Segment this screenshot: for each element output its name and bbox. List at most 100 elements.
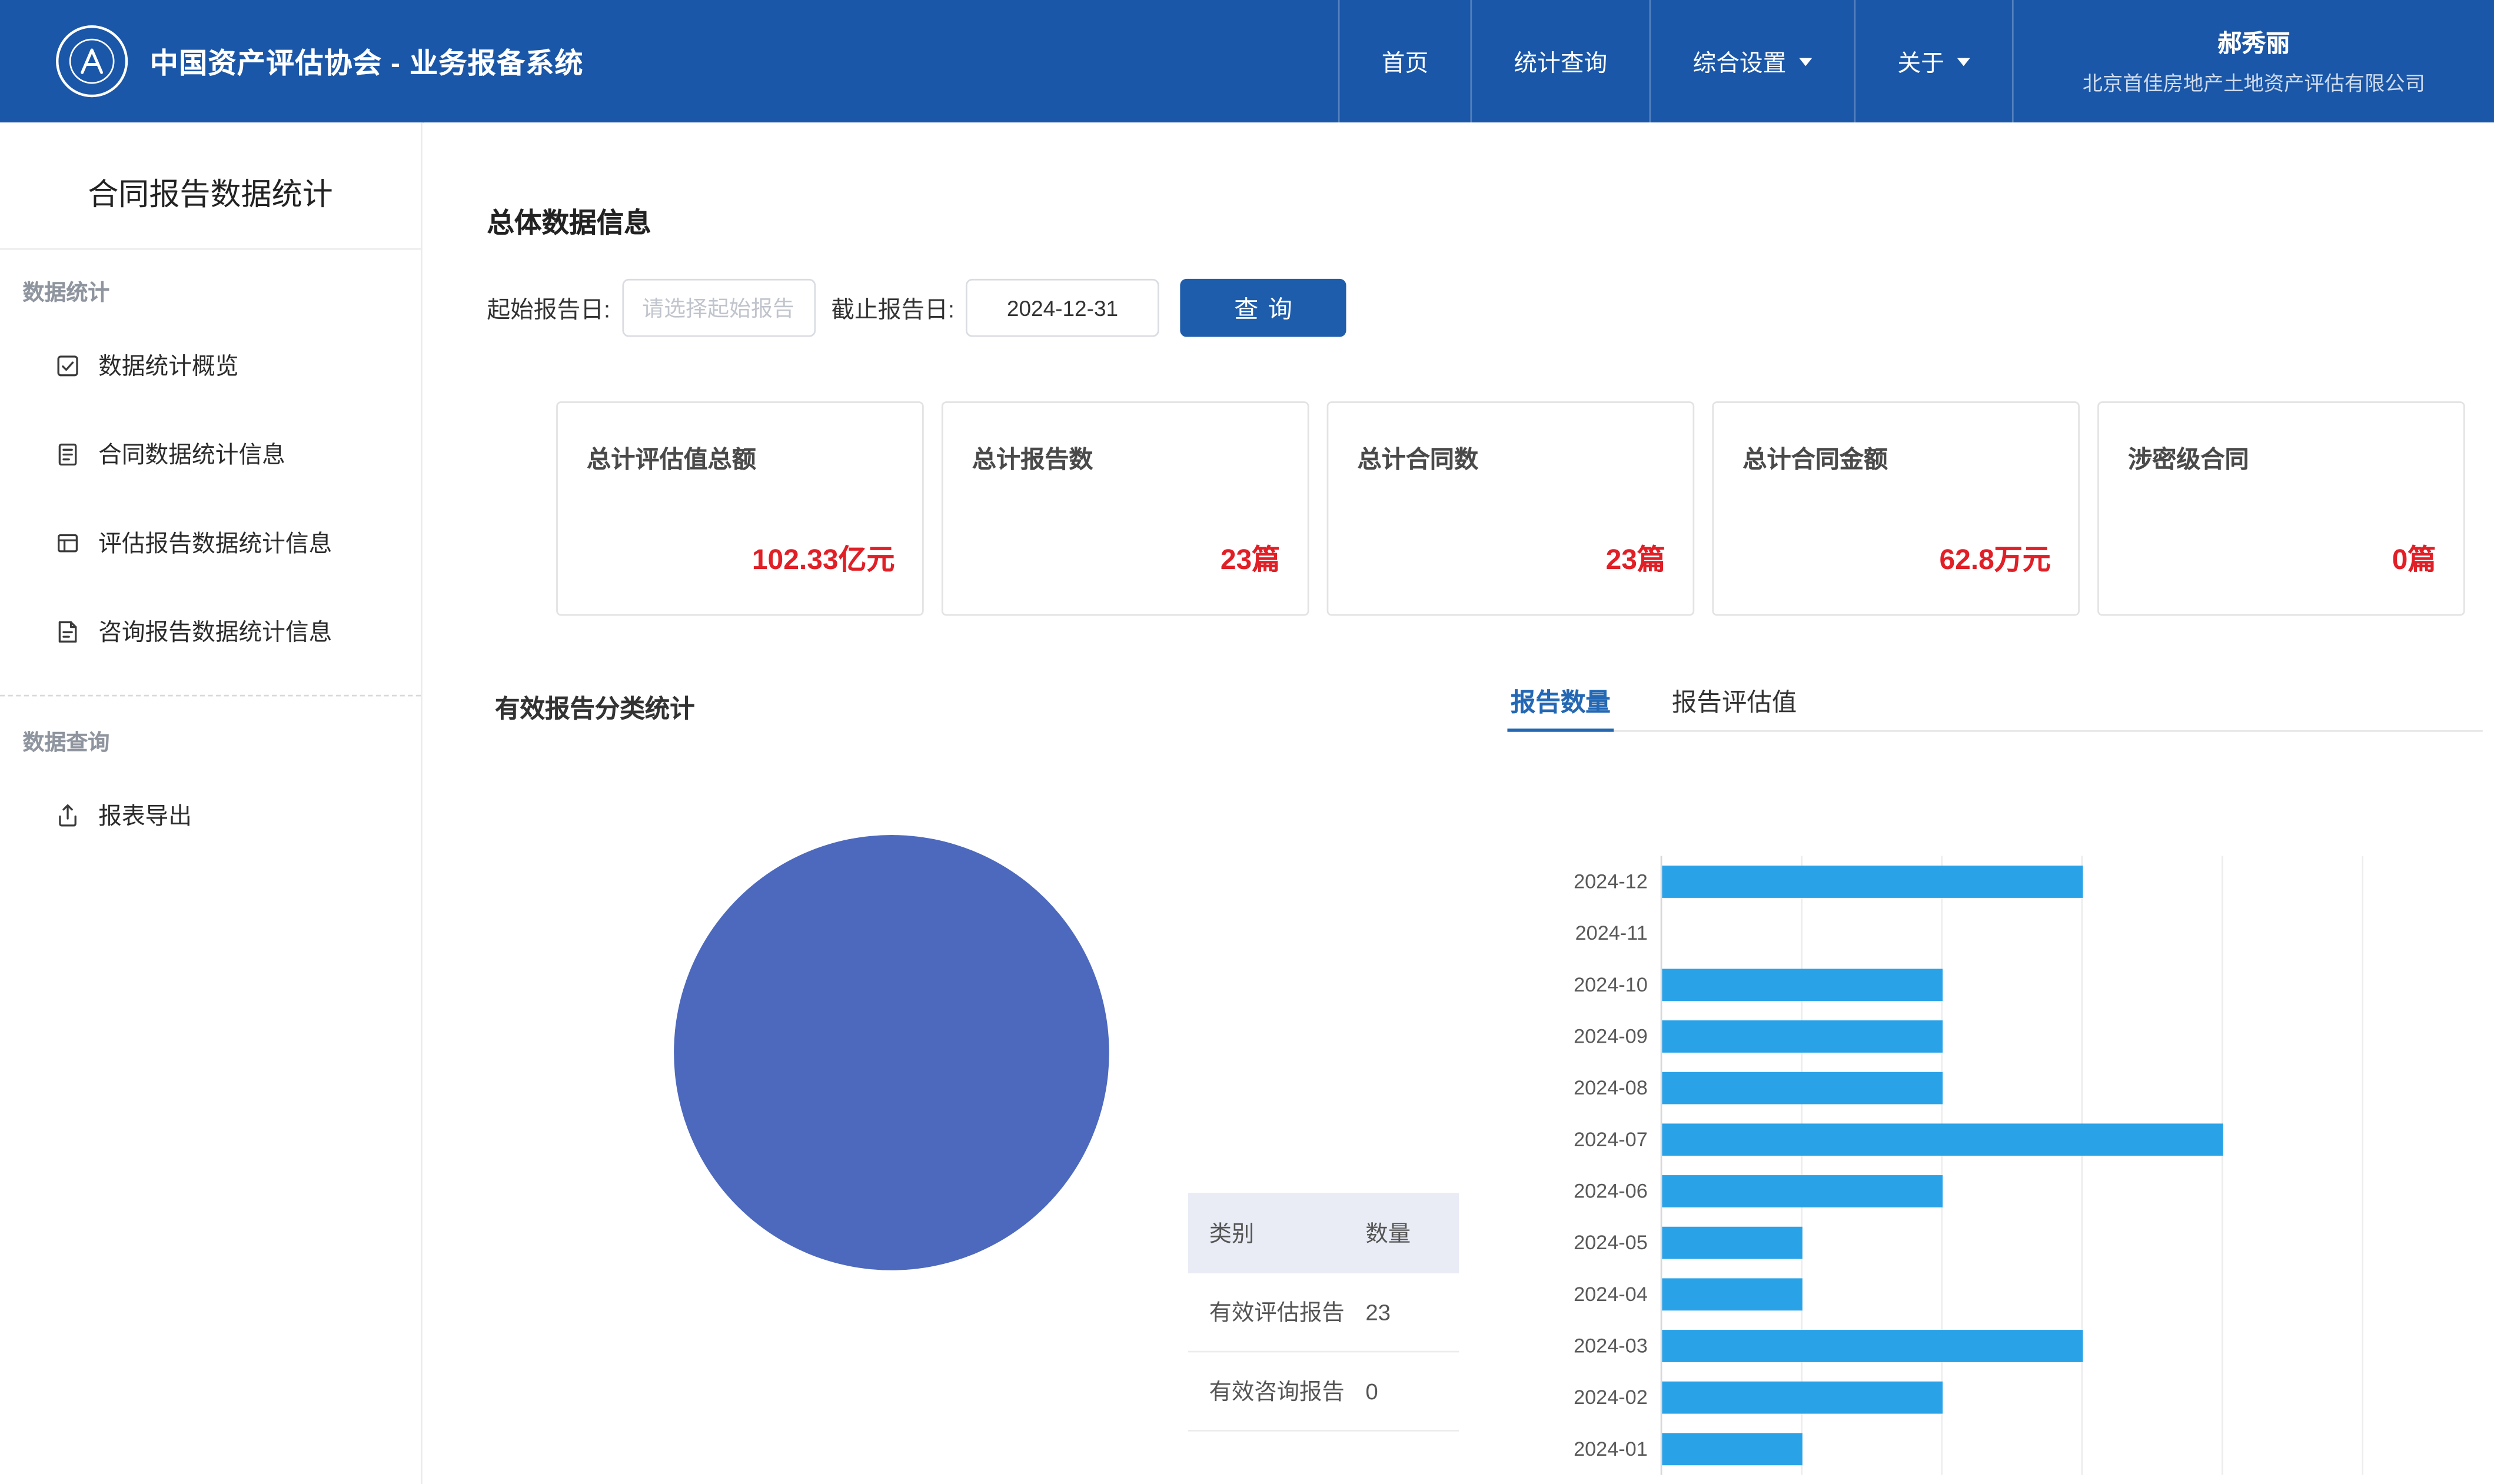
bar-row: 2024-01	[1459, 1423, 2363, 1475]
bar-category-label: 2024-03	[1459, 1335, 1660, 1357]
bar-category-label: 2024-08	[1459, 1077, 1660, 1099]
bar-category-label: 2024-09	[1459, 1025, 1660, 1047]
bar-track	[1661, 1320, 2363, 1372]
pie-table-cell: 0	[1365, 1378, 1459, 1404]
bar-category-label: 2024-12	[1459, 870, 1660, 893]
bar-row: 2024-10	[1459, 959, 2363, 1011]
sidebar-item-label: 咨询报告数据统计信息	[98, 614, 332, 648]
pie-chart[interactable]	[674, 835, 1109, 1270]
pie-table-row: 有效咨询报告0	[1188, 1352, 1459, 1431]
stat-card-label: 总计评估值总额	[587, 442, 756, 476]
sidebar-item[interactable]: 合同数据统计信息	[0, 410, 421, 498]
chevron-down-icon	[1957, 57, 1970, 65]
bar-track	[1661, 1269, 2363, 1320]
stat-cards: 总计评估值总额102.33亿元总计报告数23篇总计合同数23篇总计合同金额62.…	[556, 401, 2465, 615]
nav-item-label: 首页	[1382, 44, 1428, 78]
bar[interactable]	[1662, 1433, 1802, 1465]
nav-item-label: 统计查询	[1514, 44, 1607, 78]
bar-row: 2024-02	[1459, 1372, 2363, 1423]
end-date-label: 截止报告日:	[831, 291, 955, 325]
bar-track	[1661, 1011, 2363, 1063]
sidebar-section: 数据统计数据统计概览合同数据统计信息评估报告数据统计信息咨询报告数据统计信息	[0, 250, 421, 676]
pie-table-header-cell: 数量	[1365, 1217, 1459, 1249]
bar[interactable]	[1662, 1175, 1943, 1207]
contract-icon	[55, 441, 81, 467]
sidebar-section-label: 数据查询	[0, 709, 421, 770]
bar-track	[1661, 856, 2363, 908]
sidebar-item-label: 合同数据统计信息	[98, 437, 285, 471]
stat-card-value: 23篇	[1606, 538, 1665, 578]
nav-item-4[interactable]: 关于	[1854, 0, 2011, 122]
nav-item-2[interactable]: 统计查询	[1470, 0, 1649, 122]
start-date-input[interactable]	[621, 279, 815, 337]
pie-table-cell: 有效咨询报告	[1188, 1375, 1365, 1408]
bar-category-label: 2024-11	[1459, 922, 1660, 944]
tab-report-count[interactable]: 报告数量	[1507, 677, 1614, 732]
bar-track	[1661, 1423, 2363, 1475]
bar[interactable]	[1662, 1123, 2223, 1156]
bar[interactable]	[1662, 969, 1943, 1001]
start-date-label: 起始报告日:	[487, 291, 610, 325]
tab-report-value[interactable]: 报告评估值	[1668, 677, 1800, 730]
user-name: 郝秀丽	[2217, 26, 2290, 60]
pie-table: 类别数量有效评估报告23有效咨询报告0	[1188, 1193, 1459, 1431]
stat-card-value: 0篇	[2392, 538, 2436, 578]
bar-track	[1661, 1217, 2363, 1269]
sidebar-item[interactable]: 咨询报告数据统计信息	[0, 587, 421, 676]
bar-category-label: 2024-04	[1459, 1283, 1660, 1306]
sidebar-item[interactable]: 报表导出	[0, 770, 421, 859]
stat-card-label: 涉密级合同	[2128, 442, 2249, 476]
bar-track	[1661, 1062, 2363, 1114]
user-block[interactable]: 郝秀丽 北京首佳房地产土地资产评估有限公司	[2012, 0, 2494, 122]
bar[interactable]	[1662, 1020, 1943, 1053]
nav-item-label: 关于	[1897, 44, 1944, 78]
pie-chart-title: 有效报告分类统计	[495, 690, 695, 726]
bar-row: 2024-04	[1459, 1269, 2363, 1320]
bar-category-label: 2024-02	[1459, 1386, 1660, 1409]
main-content: 总体数据信息 起始报告日: 截止报告日: 查询 总计评估值总额102.33亿元总…	[424, 122, 2494, 1484]
nav-item-3[interactable]: 综合设置	[1650, 0, 1854, 122]
sidebar-item[interactable]: 评估报告数据统计信息	[0, 498, 421, 587]
sidebar-item[interactable]: 数据统计概览	[0, 321, 421, 410]
nav-item-label: 综合设置	[1692, 44, 1786, 78]
bar-row: 2024-12	[1459, 856, 2363, 908]
bar-category-label: 2024-10	[1459, 974, 1660, 996]
bar[interactable]	[1662, 866, 2083, 898]
pie-table-header: 类别数量	[1188, 1193, 1459, 1273]
sidebar-section-label: 数据统计	[0, 259, 421, 321]
bar-category-label: 2024-05	[1459, 1232, 1660, 1254]
filter-row: 起始报告日: 截止报告日: 查询	[487, 279, 1346, 337]
bar[interactable]	[1662, 1382, 1943, 1414]
nav-item-1[interactable]: 首页	[1338, 0, 1471, 122]
stat-card-label: 总计合同数	[1358, 442, 1479, 476]
pie-table-header-cell: 类别	[1188, 1217, 1365, 1249]
bar-row: 2024-11	[1459, 907, 2363, 959]
sidebar-nav: 数据统计数据统计概览合同数据统计信息评估报告数据统计信息咨询报告数据统计信息数据…	[0, 250, 421, 860]
bar-row: 2024-05	[1459, 1217, 2363, 1269]
sidebar-item-label: 数据统计概览	[98, 348, 238, 382]
query-button[interactable]: 查询	[1180, 279, 1346, 337]
stat-card-value: 23篇	[1221, 538, 1280, 578]
bar-row: 2024-08	[1459, 1062, 2363, 1114]
bar[interactable]	[1662, 1330, 2083, 1362]
bar-track	[1661, 1372, 2363, 1423]
stat-card-label: 总计合同金额	[1743, 442, 1888, 476]
stat-card-label: 总计报告数	[972, 442, 1093, 476]
stat-card: 总计合同数 23篇	[1327, 401, 1695, 615]
page: 中国资产评估协会 - 业务报备系统 首页统计查询综合设置关于 郝秀丽 北京首佳房…	[0, 0, 2494, 1484]
sidebar: 合同报告数据统计 数据统计数据统计概览合同数据统计信息评估报告数据统计信息咨询报…	[0, 122, 423, 1484]
pie-table-cell: 有效评估报告	[1188, 1296, 1365, 1329]
user-company: 北京首佳房地产土地资产评估有限公司	[2083, 66, 2425, 97]
end-date-input[interactable]	[966, 279, 1159, 337]
bar[interactable]	[1662, 1072, 1943, 1104]
sidebar-item-label: 报表导出	[98, 798, 192, 832]
cas-logo-icon	[55, 24, 129, 98]
bar[interactable]	[1662, 1227, 1802, 1259]
stat-card: 总计合同金额62.8万元	[1712, 401, 2080, 615]
bar-track	[1661, 907, 2363, 959]
overview-icon	[55, 352, 81, 378]
bar[interactable]	[1662, 1278, 1802, 1310]
bar-category-label: 2024-01	[1459, 1438, 1660, 1460]
bar-chart: 2024-12 2024-11 2024-10 2024-09 2024-08 2024-…	[1459, 856, 2363, 1475]
page-title: 总体数据信息	[487, 200, 651, 240]
